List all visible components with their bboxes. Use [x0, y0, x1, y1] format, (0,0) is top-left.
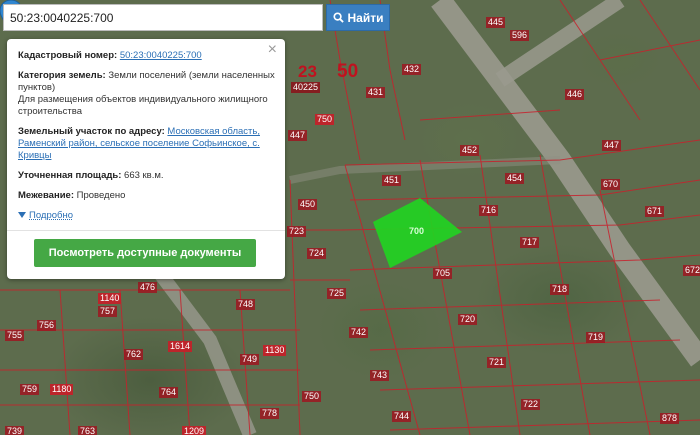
- address-row: Земельный участок по адресу: Московская …: [18, 126, 275, 162]
- plot-label: 739: [5, 426, 25, 435]
- cadastral-number-link[interactable]: 50:23:0040225:700: [120, 50, 202, 61]
- plot-label: 756: [37, 320, 57, 331]
- plot-label: 670: [601, 179, 621, 190]
- survey-value: Проведено: [76, 190, 126, 201]
- plot-label: 723: [287, 226, 307, 237]
- plot-label: 447: [602, 140, 622, 151]
- plot-label: 447: [288, 130, 308, 141]
- land-category-label: Категория земель:: [18, 70, 106, 81]
- plot-label: 724: [307, 248, 327, 259]
- area-value: 663 кв.м.: [124, 170, 164, 181]
- plot-label: 722: [521, 399, 541, 410]
- plot-label: 878: [660, 413, 680, 424]
- plot-label: 755: [5, 330, 25, 341]
- plot-label: 721: [487, 357, 507, 368]
- plot-label: 1180: [50, 384, 74, 395]
- details-toggle[interactable]: Подробно: [18, 210, 73, 222]
- plot-label: 764: [159, 387, 179, 398]
- cadastral-number-label: Кадастровый номер:: [18, 50, 118, 61]
- plot-label: 476: [138, 282, 158, 293]
- plot-label: 450: [298, 199, 318, 210]
- plot-label: 1140: [98, 293, 122, 304]
- plot-label: 762: [124, 349, 144, 360]
- plot-label: 596: [510, 30, 530, 41]
- land-category-row: Категория земель: Земли поселений (земли…: [18, 70, 275, 118]
- plot-label: 750: [302, 391, 322, 402]
- view-documents-button[interactable]: Посмотреть доступные документы: [34, 239, 256, 267]
- plot-label: 717: [520, 237, 540, 248]
- plot-label: 778: [260, 408, 280, 419]
- plot-label: 725: [327, 288, 347, 299]
- search-button[interactable]: Найти: [326, 4, 390, 31]
- block-label: 40225: [291, 82, 321, 93]
- plot-label: 1130: [263, 345, 287, 356]
- plot-label: 446: [565, 89, 585, 100]
- plot-label: 720: [458, 314, 478, 325]
- plot-label: 432: [402, 64, 422, 75]
- plot-label: 451: [382, 175, 402, 186]
- plot-label: 750: [315, 114, 335, 125]
- search-bar: [3, 4, 323, 31]
- plot-label: 744: [392, 411, 412, 422]
- selected-plot-label: 700: [409, 226, 425, 236]
- divider: [7, 230, 285, 231]
- plot-label: 672: [683, 265, 700, 276]
- search-button-label: Найти: [347, 10, 384, 25]
- close-icon[interactable]: ×: [268, 42, 277, 58]
- plot-label: 749: [240, 354, 260, 365]
- search-input[interactable]: [4, 5, 322, 30]
- plot-label: 671: [645, 206, 665, 217]
- plot-label: 1614: [168, 341, 193, 352]
- search-icon: [332, 12, 344, 23]
- plot-label: 705: [433, 268, 453, 279]
- plot-label: 719: [586, 332, 606, 343]
- survey-row: Межевание: Проведено: [18, 190, 275, 202]
- plot-label: 716: [479, 205, 499, 216]
- plot-label: 718: [550, 284, 570, 295]
- plot-info-popup: × Кадастровый номер: 50:23:0040225:700 К…: [7, 39, 285, 279]
- land-usage-value: Для размещения объектов индивидуального …: [18, 94, 268, 117]
- plot-label: 759: [20, 384, 40, 395]
- quarter-label: 23: [298, 62, 317, 81]
- plot-label: 748: [236, 299, 256, 310]
- plot-label: 742: [349, 327, 369, 338]
- area-row: Уточненная площадь: 663 кв.м.: [18, 170, 275, 182]
- road: [144, 255, 257, 435]
- plot-label: 452: [460, 145, 480, 156]
- plot-label: 454: [505, 173, 525, 184]
- area-label: Уточненная площадь:: [18, 170, 122, 181]
- address-label: Земельный участок по адресу:: [18, 126, 165, 137]
- details-toggle-label: Подробно: [29, 210, 73, 221]
- quarter-label: 50: [337, 61, 359, 82]
- plot-label: 431: [366, 87, 386, 98]
- plot-label: 445: [486, 17, 506, 28]
- plot-label: 757: [98, 306, 118, 317]
- survey-label: Межевание:: [18, 190, 74, 201]
- plot-label: 1209: [182, 426, 207, 435]
- plot-label: 763: [78, 426, 98, 435]
- plot-label: 743: [370, 370, 390, 381]
- caret-down-icon: [18, 212, 26, 219]
- cadastral-number-row: Кадастровый номер: 50:23:0040225:700: [18, 50, 275, 62]
